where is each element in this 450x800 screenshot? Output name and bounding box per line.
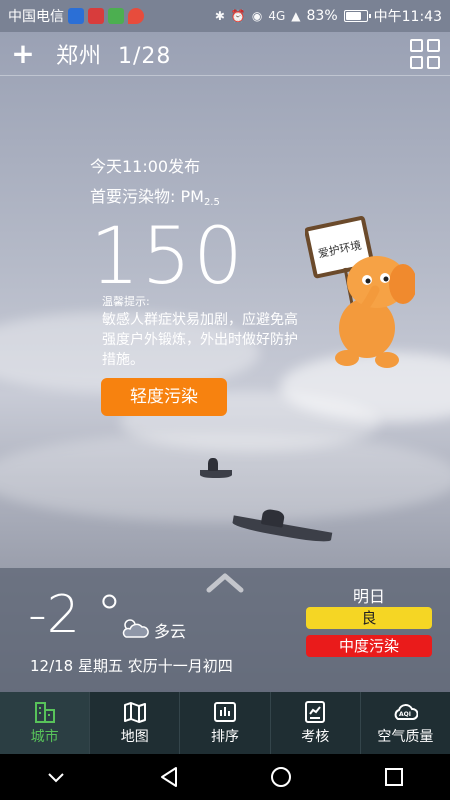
nav-home-button[interactable] <box>261 762 301 792</box>
carrier-name: 中国电信 <box>8 9 64 25</box>
tab-ranking[interactable]: 排序 <box>180 692 271 754</box>
back-triangle-icon <box>160 767 177 787</box>
aqi-cloud-icon: AQI <box>395 704 419 720</box>
battery-icon <box>343 10 371 22</box>
date-line: 12/18 星期五 农历十一月初四 <box>30 657 233 675</box>
tab-map[interactable]: 地图 <box>90 692 181 754</box>
tab-city[interactable]: 城市 <box>0 692 91 754</box>
chevron-down-icon <box>48 773 64 783</box>
signal-icon: ▲ <box>291 9 301 23</box>
tab-label: 空气质量 <box>377 729 434 745</box>
tab-air-quality[interactable]: AQI 空气质量 <box>361 692 450 754</box>
tomorrow-title: 明日 <box>352 587 385 606</box>
tab-assessment[interactable]: 考核 <box>271 692 361 754</box>
nav-recents-button[interactable] <box>374 762 414 792</box>
alarm-icon: ⏰ <box>230 9 246 23</box>
chevron-up-icon[interactable] <box>205 570 245 594</box>
tab-label: 地图 <box>120 729 149 745</box>
city-buildings-icon <box>34 702 55 723</box>
news-app-icon <box>88 8 104 24</box>
aqi-value: 150 <box>90 212 245 302</box>
tab-label: 考核 <box>301 729 330 745</box>
pollution-level-button[interactable]: 轻度污染 <box>101 378 227 416</box>
clock: 中午11:43 <box>373 9 442 25</box>
assessment-chart-icon <box>305 701 326 723</box>
bottom-tab-bar: 城市 地图 排序 考核 AQI 空气质量 <box>0 692 450 754</box>
tab-label: 城市 <box>30 729 59 745</box>
bluetooth-icon: ✱ <box>214 9 225 23</box>
status-bar: 中国电信 ✱ ⏰ ◉ 4G ▲ 83% 中午11:43 <box>0 0 450 32</box>
nav-back-button[interactable] <box>149 762 189 792</box>
home-circle-icon <box>271 767 292 787</box>
publish-time: 今天11:00发布 <box>90 157 201 176</box>
eye-icon: ◉ <box>251 9 263 23</box>
add-city-button[interactable]: + <box>10 39 36 68</box>
location-app-icon <box>128 8 144 24</box>
network-label: 4G <box>268 9 286 23</box>
elephant-mascot-icon: 爱护环境 <box>305 215 415 368</box>
city-header: + 郑州 1/28 <box>0 32 450 76</box>
city-name: 郑州 <box>56 43 103 69</box>
tomorrow-level-good: 良 <box>306 607 432 629</box>
small-boat <box>200 470 232 478</box>
battery-percent: 83% <box>306 8 338 24</box>
pollutant-label: 首要污染物: PM <box>90 187 204 206</box>
shield-app-icon <box>68 8 84 24</box>
tomorrow-level-moderate: 中度污染 <box>306 635 432 657</box>
temperature: -2 ° <box>28 585 123 645</box>
city-page-indicator: 1/28 <box>118 43 172 69</box>
nav-collapse-button[interactable] <box>36 762 76 792</box>
pollutant-subscript: 2.5 <box>203 197 220 208</box>
city-title: 郑州 1/28 <box>56 38 171 70</box>
map-icon <box>123 702 146 723</box>
primary-pollutant: 首要污染物: PM2.5 <box>90 183 220 208</box>
tab-label: 排序 <box>211 729 239 745</box>
ranking-chart-icon <box>214 702 236 722</box>
game-app-icon <box>108 8 124 24</box>
svg-text:AQI: AQI <box>399 711 411 718</box>
tip-text: 敏感人群症状易加剧，应避免高强度户外锻炼，外出时做好防护措施。 <box>102 312 298 368</box>
tip-title: 温馨提示: <box>102 295 150 308</box>
city-grid-button[interactable] <box>410 38 440 69</box>
recents-square-icon <box>384 768 403 786</box>
system-nav-bar <box>0 754 450 800</box>
partly-cloudy-icon <box>122 619 149 638</box>
weather-condition: 多云 <box>154 622 187 641</box>
